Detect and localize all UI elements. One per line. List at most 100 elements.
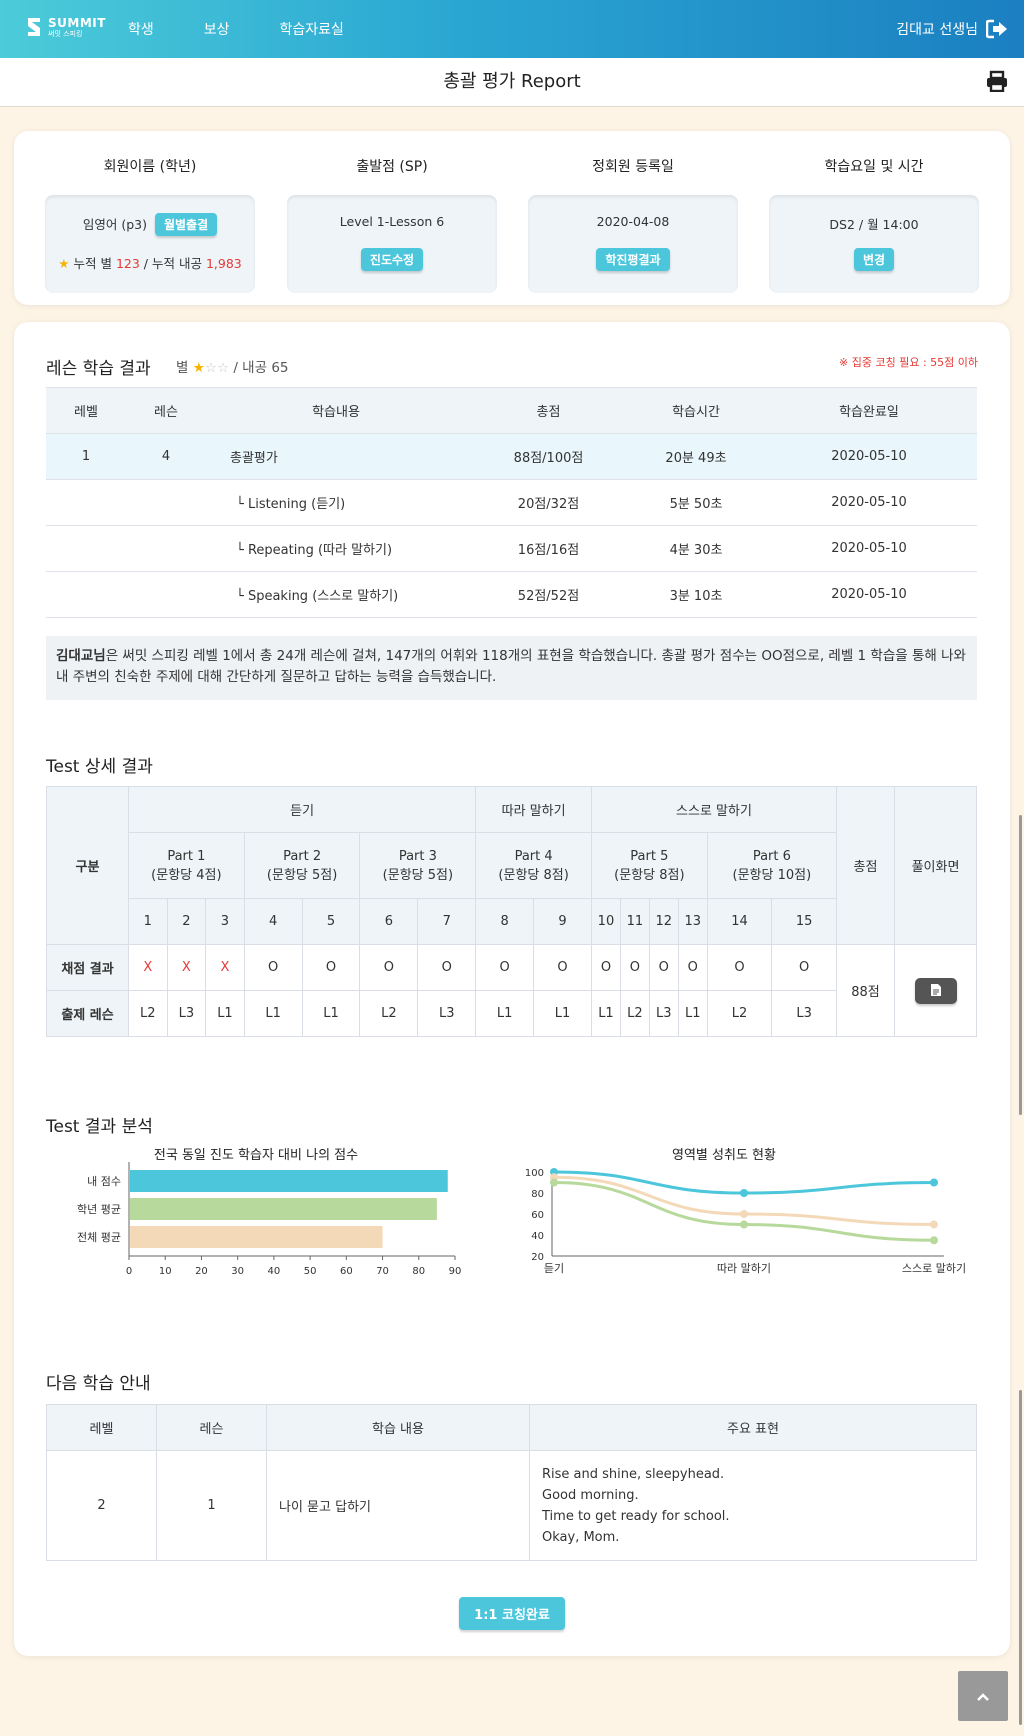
lesson-label: 출제 레슨 bbox=[46, 990, 129, 1037]
placement-result-button[interactable]: 학진평결과 bbox=[596, 248, 670, 271]
nav-item-materials[interactable]: 학습자료실 bbox=[280, 19, 344, 39]
scrollbar-thumb[interactable] bbox=[1019, 815, 1022, 1115]
group-listening: 듣기 bbox=[127, 786, 477, 833]
cell-content: └ Listening (듣기) bbox=[206, 479, 466, 526]
main-nav: 학생 보상 학습자료실 bbox=[128, 0, 394, 58]
col-lesson: 레슨 bbox=[126, 387, 206, 434]
y-tick-label: 80 bbox=[531, 1189, 544, 1200]
nav-item-rewards[interactable]: 보상 bbox=[204, 19, 230, 39]
question-number: 13 bbox=[677, 898, 708, 945]
analysis-title: Test 결과 분석 bbox=[46, 1117, 153, 1137]
question-number: 7 bbox=[417, 898, 477, 945]
user-name: 김대교 선생님 bbox=[896, 22, 978, 38]
question-number: 4 bbox=[243, 898, 303, 945]
result-cell: O bbox=[590, 944, 621, 991]
table-header-row: 레벨 레슨 학습내용 총점 학습시간 학습완료일 bbox=[46, 387, 977, 434]
student-info-card: 회원이름 (학년) 임영어 (p3) 월별출결 ★ 누적 별 123 / 누적 … bbox=[14, 131, 1010, 305]
cell-date: 2020-05-10 bbox=[761, 479, 977, 526]
cell-lesson: 1 bbox=[156, 1450, 267, 1561]
cell-date: 2020-05-10 bbox=[761, 433, 977, 480]
lesson-cell: L2 bbox=[706, 990, 773, 1037]
cell-score: 88점/100점 bbox=[466, 433, 631, 480]
stars-value: 123 bbox=[115, 256, 140, 271]
x-tick-label: 90 bbox=[449, 1266, 462, 1277]
x-tick-label: 따라 말하기 bbox=[717, 1261, 771, 1275]
cell-score: 52점/52점 bbox=[466, 571, 631, 618]
stars-label: 누적 별 bbox=[73, 256, 112, 271]
line-chart-title: 영역별 성취도 현황 bbox=[672, 1148, 776, 1163]
question-number: 2 bbox=[166, 898, 207, 945]
info-head-schedule: 학습요일 및 시간 bbox=[824, 159, 924, 175]
logout-icon[interactable] bbox=[986, 19, 1008, 39]
x-tick-label: 50 bbox=[304, 1266, 317, 1277]
col-category: 구분 bbox=[46, 786, 129, 945]
lesson-cell: L3 bbox=[648, 990, 679, 1037]
coaching-complete-button[interactable]: 1:1 코칭완료 bbox=[459, 1597, 565, 1630]
summary-name: 김대교님 bbox=[56, 648, 106, 664]
cell-level: 1 bbox=[46, 433, 126, 480]
change-schedule-button[interactable]: 변경 bbox=[853, 248, 895, 271]
result-label: 채점 결과 bbox=[46, 944, 129, 991]
table-row: └ Repeating (따라 말하기) 16점/16점 4분 30초 2020… bbox=[46, 525, 977, 572]
category-label: 학년 평균 bbox=[77, 1203, 121, 1216]
bar bbox=[130, 1170, 448, 1192]
next-study-title: 다음 학습 안내 bbox=[46, 1374, 151, 1394]
result-cell: O bbox=[706, 944, 773, 991]
data-point bbox=[930, 1220, 938, 1229]
question-number: 5 bbox=[301, 898, 361, 945]
result-cell: O bbox=[417, 944, 477, 991]
lesson-result-title: 레슨 학습 결과 bbox=[46, 359, 151, 379]
edit-progress-button[interactable]: 진도수정 bbox=[360, 248, 424, 271]
solution-cell bbox=[894, 944, 977, 1037]
question-number: 15 bbox=[771, 898, 837, 945]
table-row: └ Speaking (스스로 말하기) 52점/52점 3분 10초 2020… bbox=[46, 571, 977, 618]
col-time: 학습시간 bbox=[631, 387, 761, 434]
top-navigation-bar: SUMMIT 써밋 스피킹 학생 보상 학습자료실 김대교 선생님 bbox=[0, 0, 1024, 58]
summit-logo[interactable]: SUMMIT 써밋 스피킹 bbox=[24, 14, 106, 40]
col-content: 학습 내용 bbox=[266, 1404, 530, 1451]
document-icon bbox=[930, 984, 941, 996]
cell-date: 2020-05-10 bbox=[761, 571, 977, 618]
logo-subtitle: 써밋 스피킹 bbox=[48, 29, 83, 38]
attendance-button[interactable]: 월별출결 bbox=[154, 213, 218, 236]
result-cell: X bbox=[128, 944, 168, 991]
result-row: 채점 결과 X X X O O O O O O O O O O O O 88점 bbox=[46, 944, 977, 1037]
info-box-schedule: DS2 / 월 14:00 변경 bbox=[769, 195, 979, 293]
result-cell: O bbox=[533, 944, 592, 991]
expression-line: Time to get ready for school. bbox=[542, 1508, 730, 1524]
lesson-cell: L2 bbox=[359, 990, 419, 1037]
question-number: 9 bbox=[533, 898, 592, 945]
expression-line: Okay, Mom. bbox=[542, 1529, 620, 1545]
lesson-cell: L1 bbox=[475, 990, 535, 1037]
part-1: Part 1 (문항당 4점) bbox=[128, 832, 245, 899]
rating-stars: ★☆☆ bbox=[193, 360, 229, 376]
power-value: / 내공 65 bbox=[233, 360, 289, 376]
part-6: Part 6 (문항당 10점) bbox=[706, 832, 838, 899]
cell-score: 20점/32점 bbox=[466, 479, 631, 526]
scrollbar-thumb[interactable] bbox=[1019, 1390, 1022, 1725]
nav-item-students[interactable]: 학생 bbox=[128, 19, 154, 39]
scroll-top-button[interactable] bbox=[958, 1671, 1008, 1721]
question-number: 11 bbox=[619, 898, 650, 945]
cell-time: 3분 10초 bbox=[631, 571, 761, 618]
print-icon[interactable] bbox=[986, 70, 1008, 92]
cell-time: 4분 30초 bbox=[631, 525, 761, 572]
question-number: 1 bbox=[128, 898, 168, 945]
cell-lesson bbox=[126, 525, 206, 572]
x-tick-label: 70 bbox=[376, 1266, 389, 1277]
data-point bbox=[930, 1236, 938, 1245]
solution-view-button[interactable] bbox=[914, 977, 957, 1004]
cell-content: 나이 묻고 답하기 bbox=[266, 1450, 530, 1561]
question-number: 14 bbox=[706, 898, 773, 945]
lesson-cell: L1 bbox=[677, 990, 708, 1037]
col-total: 총점 bbox=[836, 786, 895, 945]
schedule-value: DS2 / 월 14:00 bbox=[829, 217, 919, 232]
info-box-start: Level 1-Lesson 6 진도수정 bbox=[287, 195, 497, 293]
result-cell: O bbox=[301, 944, 361, 991]
table-row: └ Listening (듣기) 20점/32점 5분 50초 2020-05-… bbox=[46, 479, 977, 526]
result-cell: X bbox=[205, 944, 245, 991]
question-number: 12 bbox=[648, 898, 679, 945]
next-study-table: 레벨 레슨 학습 내용 주요 표현 2 1 나이 묻고 답하기 Rise and… bbox=[46, 1404, 977, 1561]
x-tick-label: 10 bbox=[159, 1266, 172, 1277]
part-4: Part 4 (문항당 8점) bbox=[475, 832, 592, 899]
